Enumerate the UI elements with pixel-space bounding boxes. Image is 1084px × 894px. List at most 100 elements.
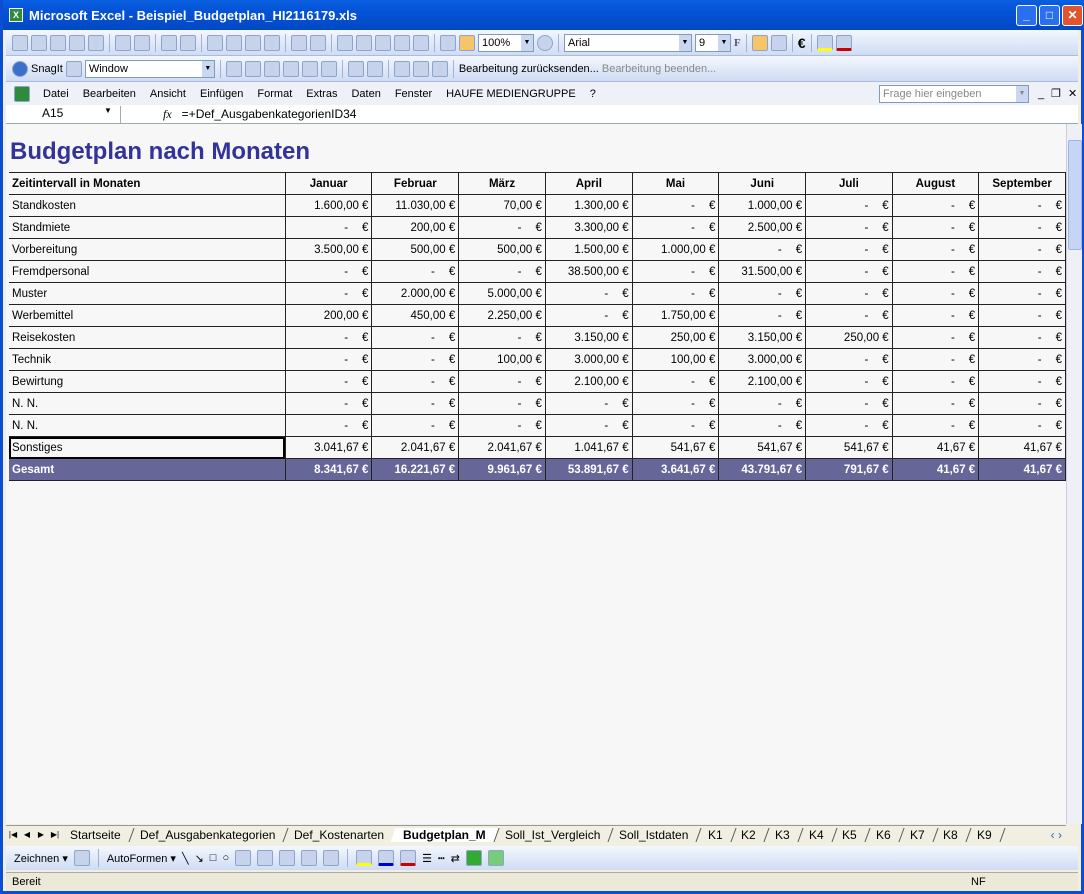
value-cell[interactable]: - € bbox=[284, 348, 373, 371]
value-cell[interactable]: - € bbox=[718, 414, 807, 437]
snagit-icon[interactable] bbox=[12, 60, 28, 77]
value-cell[interactable]: - € bbox=[978, 282, 1066, 305]
value-cell[interactable]: - € bbox=[891, 414, 980, 437]
total-cell[interactable]: 3.641,67 € bbox=[631, 458, 720, 481]
value-cell[interactable]: 541,67 € bbox=[718, 436, 807, 459]
value-cell[interactable]: - € bbox=[891, 348, 980, 371]
cut-icon[interactable] bbox=[207, 34, 223, 51]
value-cell[interactable]: - € bbox=[544, 282, 633, 305]
value-cell[interactable]: 41,67 € bbox=[978, 436, 1066, 459]
menu-extras[interactable]: Extras bbox=[299, 88, 344, 100]
category-cell[interactable]: Standkosten bbox=[9, 194, 286, 217]
sheet-tab[interactable]: Soll_Istdaten bbox=[606, 827, 703, 842]
review-icon[interactable] bbox=[225, 60, 242, 77]
value-cell[interactable]: - € bbox=[544, 304, 633, 327]
value-cell[interactable]: 1.041,67 € bbox=[544, 436, 633, 459]
hyperlink-icon[interactable] bbox=[356, 34, 372, 51]
print-preview-icon[interactable] bbox=[134, 34, 150, 51]
arrow-icon[interactable]: ↘ bbox=[195, 852, 204, 865]
value-cell[interactable]: - € bbox=[631, 260, 720, 283]
menu-ansicht[interactable]: Ansicht bbox=[143, 88, 193, 100]
value-cell[interactable]: - € bbox=[891, 238, 980, 261]
value-cell[interactable]: - € bbox=[284, 326, 373, 349]
oval-icon[interactable]: ○ bbox=[222, 852, 229, 864]
value-cell[interactable]: - € bbox=[371, 370, 460, 393]
value-cell[interactable]: - € bbox=[805, 216, 893, 239]
value-cell[interactable]: 2.041,67 € bbox=[458, 436, 546, 459]
help-search-input[interactable]: Frage hier eingeben ▼ bbox=[879, 84, 1029, 103]
value-cell[interactable]: - € bbox=[978, 304, 1066, 327]
name-box[interactable]: A15 ▼ bbox=[6, 105, 121, 123]
value-cell[interactable]: 500,00 € bbox=[458, 238, 546, 261]
value-cell[interactable]: 2.250,00 € bbox=[458, 304, 546, 327]
minimize-button[interactable]: _ bbox=[1016, 5, 1037, 26]
value-cell[interactable]: - € bbox=[805, 194, 893, 217]
total-cell[interactable]: 791,67 € bbox=[805, 458, 893, 481]
next-sheet-button[interactable]: ▶ bbox=[34, 830, 48, 839]
autosum-icon[interactable] bbox=[375, 34, 391, 51]
menu-help[interactable]: ? bbox=[583, 88, 603, 100]
category-cell[interactable]: Reisekosten bbox=[9, 326, 286, 349]
value-cell[interactable]: 3.500,00 € bbox=[284, 238, 373, 261]
tab-scroll-buttons[interactable]: ‹ › bbox=[1051, 828, 1066, 842]
value-cell[interactable]: 3.150,00 € bbox=[718, 326, 807, 349]
menu-einfuegen[interactable]: Einfügen bbox=[193, 88, 250, 100]
snagit-button[interactable]: SnagIt bbox=[31, 63, 63, 75]
align-left-icon[interactable] bbox=[751, 34, 768, 51]
fx-icon[interactable]: fx bbox=[163, 107, 172, 122]
value-cell[interactable]: - € bbox=[891, 326, 980, 349]
value-cell[interactable]: 500,00 € bbox=[371, 238, 460, 261]
value-cell[interactable]: 1.750,00 € bbox=[631, 304, 720, 327]
value-cell[interactable]: 1.500,00 € bbox=[544, 238, 633, 261]
spelling-icon[interactable] bbox=[161, 34, 177, 51]
sheet-tab[interactable]: Startseite bbox=[57, 827, 135, 842]
center-icon[interactable] bbox=[770, 34, 787, 51]
column-header[interactable]: April bbox=[544, 172, 633, 195]
value-cell[interactable]: - € bbox=[284, 260, 373, 283]
value-cell[interactable]: - € bbox=[891, 392, 980, 415]
line-style-icon[interactable]: ☰ bbox=[422, 852, 432, 865]
total-cell[interactable]: 41,67 € bbox=[978, 458, 1066, 481]
value-cell[interactable]: 41,67 € bbox=[891, 436, 980, 459]
value-cell[interactable]: - € bbox=[284, 392, 373, 415]
value-cell[interactable]: 2.100,00 € bbox=[718, 370, 807, 393]
value-cell[interactable]: - € bbox=[891, 260, 980, 283]
value-cell[interactable]: - € bbox=[805, 414, 893, 437]
close-button[interactable]: ✕ bbox=[1062, 5, 1083, 26]
value-cell[interactable]: 38.500,00 € bbox=[544, 260, 633, 283]
menu-daten[interactable]: Daten bbox=[344, 88, 387, 100]
shadow-icon[interactable] bbox=[465, 850, 482, 866]
font-combo[interactable]: Arial ▼ bbox=[564, 33, 692, 52]
value-cell[interactable]: - € bbox=[891, 216, 980, 239]
print-icon[interactable] bbox=[115, 34, 131, 51]
doc-close-button[interactable]: ✕ bbox=[1068, 87, 1077, 100]
review-accept-icon[interactable] bbox=[347, 60, 364, 77]
value-cell[interactable]: - € bbox=[805, 348, 893, 371]
scroll-thumb[interactable] bbox=[1068, 140, 1082, 250]
value-cell[interactable]: - € bbox=[458, 414, 546, 437]
review-attach-icon[interactable] bbox=[431, 60, 448, 77]
value-cell[interactable]: - € bbox=[631, 194, 720, 217]
category-cell[interactable]: Technik bbox=[9, 348, 286, 371]
menu-datei[interactable]: Datei bbox=[36, 88, 76, 100]
new-icon[interactable] bbox=[12, 34, 28, 51]
value-cell[interactable]: - € bbox=[458, 392, 546, 415]
total-cell[interactable]: 16.221,67 € bbox=[371, 458, 460, 481]
value-cell[interactable]: 1.600,00 € bbox=[284, 194, 373, 217]
select-objects-icon[interactable] bbox=[73, 850, 90, 866]
review-next-icon[interactable] bbox=[263, 60, 280, 77]
bold-button[interactable]: F bbox=[734, 37, 741, 49]
value-cell[interactable]: - € bbox=[544, 392, 633, 415]
review-reject-icon[interactable] bbox=[366, 60, 383, 77]
value-cell[interactable]: - € bbox=[805, 370, 893, 393]
font-color-icon[interactable] bbox=[835, 34, 852, 51]
value-cell[interactable]: 2.100,00 € bbox=[544, 370, 633, 393]
end-edit-button[interactable]: Bearbeitung beenden... bbox=[602, 63, 716, 75]
format-painter-icon[interactable] bbox=[264, 34, 280, 51]
category-cell[interactable]: Sonstiges bbox=[9, 436, 286, 459]
review-comment-icon[interactable] bbox=[301, 60, 318, 77]
value-cell[interactable]: - € bbox=[805, 304, 893, 327]
value-cell[interactable]: - € bbox=[458, 326, 546, 349]
euro-convert-icon[interactable] bbox=[337, 34, 353, 51]
value-cell[interactable]: 250,00 € bbox=[631, 326, 720, 349]
